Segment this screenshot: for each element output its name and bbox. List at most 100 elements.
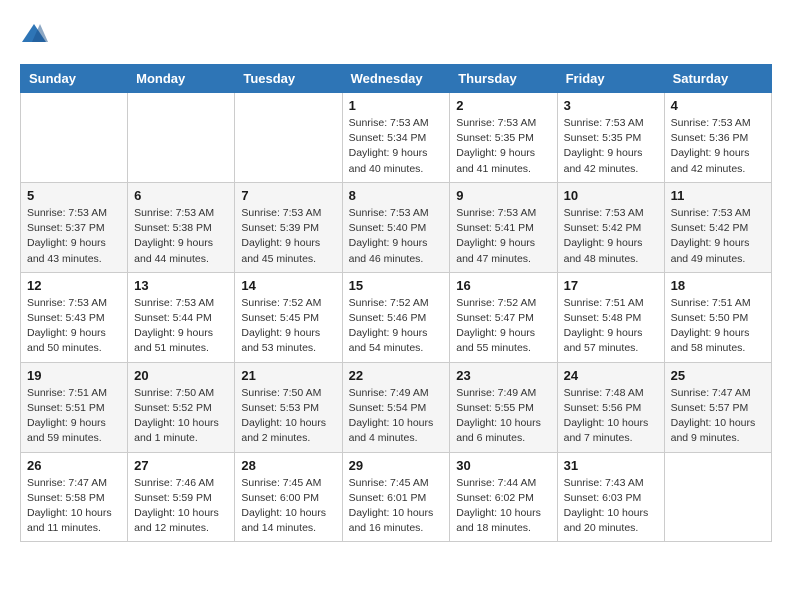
logo — [20, 20, 52, 48]
calendar-cell: 13 Sunrise: 7:53 AM Sunset: 5:44 PM Dayli… — [128, 272, 235, 362]
weekday-header-wednesday: Wednesday — [342, 65, 450, 93]
day-info: Sunrise: 7:53 AM Sunset: 5:34 PM Dayligh… — [349, 116, 444, 177]
page: SundayMondayTuesdayWednesdayThursdayFrid… — [0, 0, 792, 562]
calendar-cell: 5 Sunrise: 7:53 AM Sunset: 5:37 PM Daylig… — [21, 182, 128, 272]
calendar-cell: 10 Sunrise: 7:53 AM Sunset: 5:42 PM Dayli… — [557, 182, 664, 272]
day-number: 5 — [27, 188, 121, 203]
day-number: 3 — [564, 98, 658, 113]
day-number: 11 — [671, 188, 765, 203]
calendar-cell: 7 Sunrise: 7:53 AM Sunset: 5:39 PM Daylig… — [235, 182, 342, 272]
weekday-header-saturday: Saturday — [664, 65, 771, 93]
calendar-cell: 23 Sunrise: 7:49 AM Sunset: 5:55 PM Dayli… — [450, 362, 557, 452]
calendar-cell: 6Sunrise: 7:53 AM Sunset: 5:38 PM Daylig… — [128, 182, 235, 272]
day-info: Sunrise: 7:53 AM Sunset: 5:41 PM Dayligh… — [456, 206, 550, 267]
day-info: Sunrise: 7:49 AM Sunset: 5:54 PM Dayligh… — [349, 386, 444, 447]
calendar-cell: 31 Sunrise: 7:43 AM Sunset: 6:03 PM Dayli… — [557, 452, 664, 542]
day-info: Sunrise: 7:53 AM Sunset: 5:35 PM Dayligh… — [564, 116, 658, 177]
day-info: Sunrise: 7:51 AM Sunset: 5:51 PM Dayligh… — [27, 386, 121, 447]
day-number: 1 — [349, 98, 444, 113]
day-info: Sunrise: 7:51 AM Sunset: 5:48 PM Dayligh… — [564, 296, 658, 357]
day-info: Sunrise: 7:53 AM Sunset: 5:42 PM Dayligh… — [564, 206, 658, 267]
weekday-header-monday: Monday — [128, 65, 235, 93]
day-number: 31 — [564, 458, 658, 473]
day-number: 17 — [564, 278, 658, 293]
day-info: Sunrise: 7:48 AM Sunset: 5:56 PM Dayligh… — [564, 386, 658, 447]
day-info: Sunrise: 7:53 AM Sunset: 5:39 PM Dayligh… — [241, 206, 335, 267]
day-info: Sunrise: 7:53 AM Sunset: 5:35 PM Dayligh… — [456, 116, 550, 177]
day-info: Sunrise: 7:49 AM Sunset: 5:55 PM Dayligh… — [456, 386, 550, 447]
calendar-cell: 29 Sunrise: 7:45 AM Sunset: 6:01 PM Dayli… — [342, 452, 450, 542]
weekday-header-friday: Friday — [557, 65, 664, 93]
day-info: Sunrise: 7:53 AM Sunset: 5:43 PM Dayligh… — [27, 296, 121, 357]
calendar-cell: 11 Sunrise: 7:53 AM Sunset: 5:42 PM Dayli… — [664, 182, 771, 272]
day-number: 21 — [241, 368, 335, 383]
calendar-cell — [664, 452, 771, 542]
weekday-header-row: SundayMondayTuesdayWednesdayThursdayFrid… — [21, 65, 772, 93]
weekday-header-thursday: Thursday — [450, 65, 557, 93]
calendar-cell: 26 Sunrise: 7:47 AM Sunset: 5:58 PM Dayli… — [21, 452, 128, 542]
day-number: 22 — [349, 368, 444, 383]
day-info: Sunrise: 7:50 AM Sunset: 5:52 PM Dayligh… — [134, 386, 228, 447]
week-row-5: 26 Sunrise: 7:47 AM Sunset: 5:58 PM Dayli… — [21, 452, 772, 542]
week-row-2: 5 Sunrise: 7:53 AM Sunset: 5:37 PM Daylig… — [21, 182, 772, 272]
day-number: 27 — [134, 458, 228, 473]
day-number: 18 — [671, 278, 765, 293]
calendar-cell: 18 Sunrise: 7:51 AM Sunset: 5:50 PM Dayli… — [664, 272, 771, 362]
day-info: Sunrise: 7:47 AM Sunset: 5:57 PM Dayligh… — [671, 386, 765, 447]
day-number: 25 — [671, 368, 765, 383]
header — [20, 20, 772, 48]
calendar-cell: 19 Sunrise: 7:51 AM Sunset: 5:51 PM Dayli… — [21, 362, 128, 452]
calendar-cell: 24 Sunrise: 7:48 AM Sunset: 5:56 PM Dayli… — [557, 362, 664, 452]
day-info: Sunrise: 7:45 AM Sunset: 6:00 PM Dayligh… — [241, 476, 335, 537]
day-number: 4 — [671, 98, 765, 113]
calendar-cell: 30 Sunrise: 7:44 AM Sunset: 6:02 PM Dayli… — [450, 452, 557, 542]
day-info: Sunrise: 7:52 AM Sunset: 5:45 PM Dayligh… — [241, 296, 335, 357]
day-info: Sunrise: 7:53 AM Sunset: 5:36 PM Dayligh… — [671, 116, 765, 177]
calendar-cell: 27Sunrise: 7:46 AM Sunset: 5:59 PM Dayli… — [128, 452, 235, 542]
day-info: Sunrise: 7:53 AM Sunset: 5:42 PM Dayligh… — [671, 206, 765, 267]
day-number: 20 — [134, 368, 228, 383]
calendar-cell — [128, 93, 235, 183]
calendar-cell: 14 Sunrise: 7:52 AM Sunset: 5:45 PM Dayli… — [235, 272, 342, 362]
day-info: Sunrise: 7:52 AM Sunset: 5:47 PM Dayligh… — [456, 296, 550, 357]
day-info: Sunrise: 7:44 AM Sunset: 6:02 PM Dayligh… — [456, 476, 550, 537]
calendar-cell — [235, 93, 342, 183]
calendar-cell — [21, 93, 128, 183]
day-info: Sunrise: 7:45 AM Sunset: 6:01 PM Dayligh… — [349, 476, 444, 537]
day-number: 14 — [241, 278, 335, 293]
calendar-cell: 12Sunrise: 7:53 AM Sunset: 5:43 PM Dayli… — [21, 272, 128, 362]
calendar-cell: 17 Sunrise: 7:51 AM Sunset: 5:48 PM Dayli… — [557, 272, 664, 362]
calendar-cell: 20 Sunrise: 7:50 AM Sunset: 5:52 PM Dayli… — [128, 362, 235, 452]
day-info: Sunrise: 7:53 AM Sunset: 5:44 PM Dayligh… — [134, 296, 228, 357]
day-number: 2 — [456, 98, 550, 113]
day-number: 29 — [349, 458, 444, 473]
day-number: 7 — [241, 188, 335, 203]
day-number: 15 — [349, 278, 444, 293]
calendar-cell: 9Sunrise: 7:53 AM Sunset: 5:41 PM Daylig… — [450, 182, 557, 272]
day-number: 28 — [241, 458, 335, 473]
calendar-cell: 25 Sunrise: 7:47 AM Sunset: 5:57 PM Dayli… — [664, 362, 771, 452]
calendar-cell: 1 Sunrise: 7:53 AM Sunset: 5:34 PM Daylig… — [342, 93, 450, 183]
day-number: 13 — [134, 278, 228, 293]
day-number: 10 — [564, 188, 658, 203]
day-info: Sunrise: 7:47 AM Sunset: 5:58 PM Dayligh… — [27, 476, 121, 537]
day-number: 16 — [456, 278, 550, 293]
calendar-cell: 28 Sunrise: 7:45 AM Sunset: 6:00 PM Dayli… — [235, 452, 342, 542]
day-info: Sunrise: 7:51 AM Sunset: 5:50 PM Dayligh… — [671, 296, 765, 357]
day-number: 19 — [27, 368, 121, 383]
day-number: 8 — [349, 188, 444, 203]
day-info: Sunrise: 7:53 AM Sunset: 5:40 PM Dayligh… — [349, 206, 444, 267]
week-row-3: 12Sunrise: 7:53 AM Sunset: 5:43 PM Dayli… — [21, 272, 772, 362]
calendar-cell: 15Sunrise: 7:52 AM Sunset: 5:46 PM Dayli… — [342, 272, 450, 362]
day-info: Sunrise: 7:43 AM Sunset: 6:03 PM Dayligh… — [564, 476, 658, 537]
day-number: 23 — [456, 368, 550, 383]
day-number: 6 — [134, 188, 228, 203]
day-number: 30 — [456, 458, 550, 473]
calendar-cell: 16 Sunrise: 7:52 AM Sunset: 5:47 PM Dayli… — [450, 272, 557, 362]
day-number: 24 — [564, 368, 658, 383]
logo-icon — [20, 20, 48, 48]
week-row-1: 1 Sunrise: 7:53 AM Sunset: 5:34 PM Daylig… — [21, 93, 772, 183]
day-number: 26 — [27, 458, 121, 473]
day-info: Sunrise: 7:53 AM Sunset: 5:37 PM Dayligh… — [27, 206, 121, 267]
calendar-cell: 21Sunrise: 7:50 AM Sunset: 5:53 PM Dayli… — [235, 362, 342, 452]
